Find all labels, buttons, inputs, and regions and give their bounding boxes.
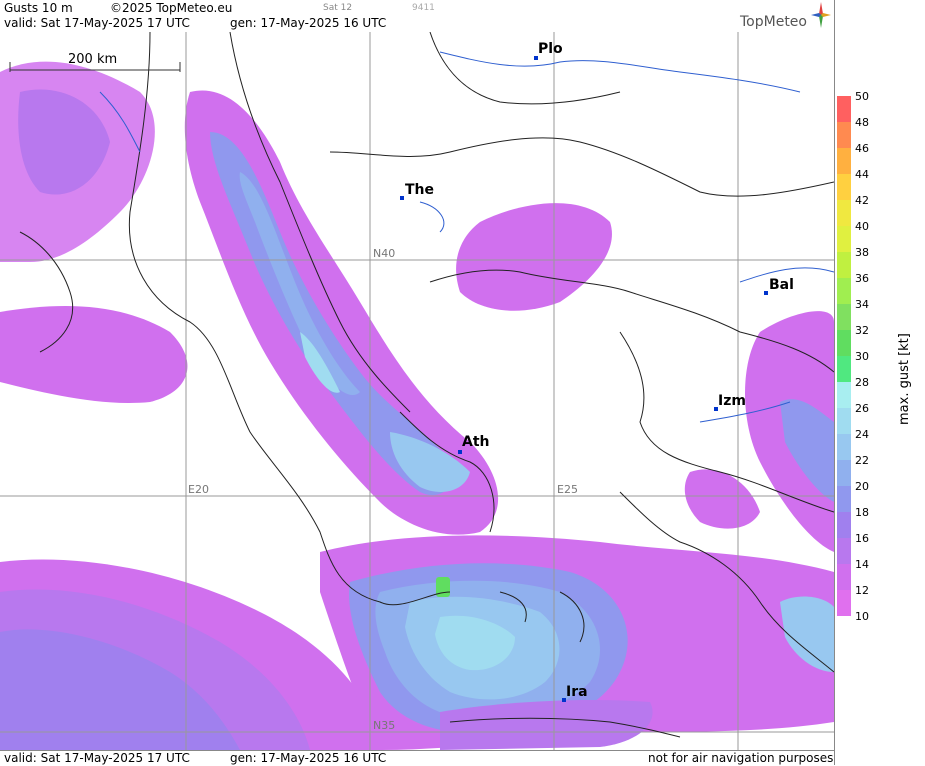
city-label-bal: Bal xyxy=(769,277,794,293)
legend-color-bin xyxy=(837,408,851,434)
code-label: 9411 xyxy=(412,3,435,13)
legend-color-bin xyxy=(837,512,851,538)
legend-color-bin xyxy=(837,330,851,356)
city-label-the: The xyxy=(405,182,435,198)
legend-tick-label: 40 xyxy=(855,220,869,233)
sat-label: Sat 12 xyxy=(323,3,353,13)
footer-bar: valid: Sat 17-May-2025 17 UTC gen: 17-Ma… xyxy=(0,750,834,766)
gust-field xyxy=(0,32,834,750)
legend-tick-label: 16 xyxy=(855,532,869,545)
legend-color-bar xyxy=(837,96,851,616)
legend-color-bin xyxy=(837,278,851,304)
legend-color-bin xyxy=(837,200,851,226)
legend-color-bin xyxy=(837,252,851,278)
legend-tick-label: 12 xyxy=(855,584,869,597)
legend-color-bin xyxy=(837,538,851,564)
grid-label-e25: E25 xyxy=(557,483,578,496)
legend-color-bin xyxy=(837,356,851,382)
grid-label-e20: E20 xyxy=(188,483,209,496)
legend-color-bin xyxy=(837,122,851,148)
legend-color-bin xyxy=(837,486,851,512)
generated-time: gen: 17-May-2025 16 UTC xyxy=(230,16,387,30)
copyright: ©2025 TopMeteo.eu xyxy=(110,1,233,15)
legend-tick-label: 38 xyxy=(855,246,869,259)
legend-tick-label: 34 xyxy=(855,298,869,311)
legend-tick-label: 44 xyxy=(855,168,869,181)
valid-time: valid: Sat 17-May-2025 17 UTC xyxy=(4,16,190,30)
legend-color-bin xyxy=(837,564,851,590)
legend-color-bin xyxy=(837,148,851,174)
legend-tick-label: 26 xyxy=(855,402,869,415)
legend-tick-label: 36 xyxy=(855,272,869,285)
header-bar: Gusts 10 m ©2025 TopMeteo.eu valid: Sat … xyxy=(0,0,834,33)
city-label-plo: Plo xyxy=(538,41,563,57)
map-title: Gusts 10 m xyxy=(4,1,73,15)
grid-label-n40: N40 xyxy=(373,247,396,260)
legend-color-bin xyxy=(837,434,851,460)
map-area[interactable]: 200 km N40 N35 E20 E25 Plo The Bal Izm A… xyxy=(0,32,834,750)
footer-disclaimer: not for air navigation purposes xyxy=(648,751,834,765)
legend-color-bin xyxy=(837,590,851,616)
legend-color-bin xyxy=(837,304,851,330)
brand-name: TopMeteo xyxy=(740,14,807,30)
compass-logo-icon xyxy=(811,2,831,28)
city-label-izm: Izm xyxy=(718,393,746,409)
footer-generated-time: gen: 17-May-2025 16 UTC xyxy=(230,751,387,765)
legend-tick-label: 46 xyxy=(855,142,869,155)
legend-tick-label: 14 xyxy=(855,558,869,571)
grid-label-n35: N35 xyxy=(373,719,396,732)
legend-title: max. gust [kt] xyxy=(897,333,912,425)
scale-label: 200 km xyxy=(68,52,118,67)
footer-valid-time: valid: Sat 17-May-2025 17 UTC xyxy=(4,751,190,765)
legend-tick-label: 30 xyxy=(855,350,869,363)
city-marker-bal xyxy=(764,291,768,295)
city-marker-ath xyxy=(458,450,462,454)
legend-tick-label: 48 xyxy=(855,116,869,129)
legend-tick-label: 20 xyxy=(855,480,869,493)
legend-panel: 50 48 46 44 42 40 38 36 34 32 30 28 26 24 22 20 18 16 14 12… xyxy=(834,0,925,765)
city-label-ath: Ath xyxy=(462,434,490,450)
legend-color-bin xyxy=(837,460,851,486)
legend-tick-label: 22 xyxy=(855,454,869,467)
legend-color-bin xyxy=(837,382,851,408)
legend-tick-label: 28 xyxy=(855,376,869,389)
legend-color-bin xyxy=(837,96,851,122)
legend-tick-label: 50 xyxy=(855,90,869,103)
legend-tick-label: 18 xyxy=(855,506,869,519)
legend-tick-label: 42 xyxy=(855,194,869,207)
legend-tick-label: 10 xyxy=(855,610,869,623)
legend-color-bin xyxy=(837,174,851,200)
legend-tick-label: 24 xyxy=(855,428,869,441)
legend-color-bin xyxy=(837,226,851,252)
city-label-ira: Ira xyxy=(566,684,588,700)
legend-tick-label: 32 xyxy=(855,324,869,337)
city-marker-the xyxy=(400,196,404,200)
